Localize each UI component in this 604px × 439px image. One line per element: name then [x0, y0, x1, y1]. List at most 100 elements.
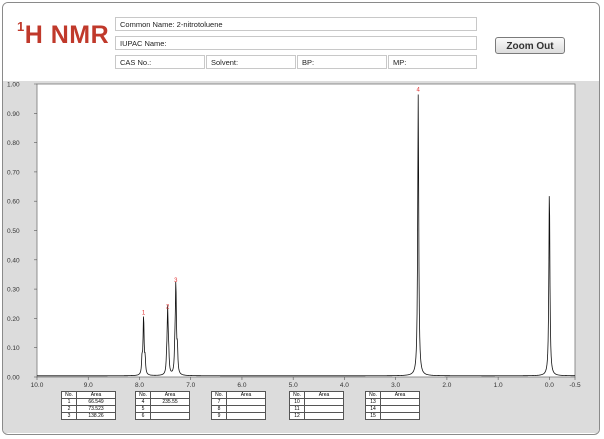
table-row: 5 [135, 405, 190, 413]
table-row: 15 [365, 412, 420, 420]
area-column-header: Area [150, 391, 190, 399]
area-table-header-row: No. Area [211, 391, 266, 399]
table-row: 6 [135, 412, 190, 420]
area-value-cell [150, 405, 190, 413]
x-tick-label: 0.0 [545, 382, 554, 389]
y-tick-label: 0.70 [7, 169, 20, 176]
area-table: No. Area 13 14 15 [365, 391, 420, 420]
y-tick-label: 0.50 [7, 228, 20, 235]
peak-number-cell: 13 [365, 398, 381, 406]
peak-number-cell: 15 [365, 412, 381, 420]
header-panel: 1H NMR Common Name: 2-nitrotoluene IUPAC… [3, 3, 599, 81]
area-table: No. Area 10 11 12 [289, 391, 344, 420]
area-value-cell [226, 405, 266, 413]
plot-area [36, 83, 576, 378]
table-row: 1 66.549 [61, 398, 116, 406]
area-value-cell [380, 398, 420, 406]
no-column-header: No. [289, 391, 305, 399]
spectrum-panel: 0.00 0.10 0.20 0.30 0.40 0.50 0.60 0.70 0.80 0.90… [3, 81, 599, 433]
nmr-logo: 1H NMR [17, 19, 110, 50]
area-value-cell: 66.549 [76, 398, 116, 406]
table-row: 14 [365, 405, 420, 413]
area-table-header-row: No. Area [135, 391, 190, 399]
area-value-cell: 235.55 [150, 398, 190, 406]
area-value-cell [150, 412, 190, 420]
area-table: No. Area 4 235.55 5 6 [135, 391, 190, 420]
peak-number-cell: 1 [61, 398, 77, 406]
area-value-cell: 138.26 [76, 412, 116, 420]
x-tick-label: 4.0 [340, 382, 349, 389]
y-tick-label: 0.10 [7, 345, 20, 352]
x-tick-label: 9.0 [84, 382, 93, 389]
area-table: No. Area 1 66.549 2 73.523 3 138.26 [61, 391, 116, 420]
y-tick-label: 0.40 [7, 257, 20, 264]
common-name-field: Common Name: 2-nitrotoluene [115, 17, 477, 31]
table-row: 4 235.55 [135, 398, 190, 406]
no-column-header: No. [211, 391, 227, 399]
area-column-header: Area [380, 391, 420, 399]
zoom-out-button[interactable]: Zoom Out [495, 37, 565, 54]
peak-number-cell: 12 [289, 412, 305, 420]
peak-number-cell: 7 [211, 398, 227, 406]
x-tick-label: 3.0 [391, 382, 400, 389]
table-row: 11 [289, 405, 344, 413]
solvent-field: Solvent: [206, 55, 296, 69]
table-row: 3 138.26 [61, 412, 116, 420]
area-value-cell [304, 398, 344, 406]
peak-number-cell: 11 [289, 405, 305, 413]
y-tick-label: 0.60 [7, 199, 20, 206]
peak-number-cell: 5 [135, 405, 151, 413]
table-row: 12 [289, 412, 344, 420]
table-row: 7 [211, 398, 266, 406]
peak-number-cell: 8 [211, 405, 227, 413]
no-column-header: No. [135, 391, 151, 399]
area-value-cell [380, 405, 420, 413]
peak-number-cell: 9 [211, 412, 227, 420]
area-value-cell [226, 398, 266, 406]
x-tick-label: 5.0 [289, 382, 298, 389]
y-tick-label: 0.80 [7, 140, 20, 147]
area-table-header-row: No. Area [289, 391, 344, 399]
x-tick-label: 10.0 [31, 382, 44, 389]
x-tick-label: 1.0 [494, 382, 503, 389]
y-tick-label: 0.30 [7, 287, 20, 294]
area-value-cell: 73.523 [76, 405, 116, 413]
area-value-cell [304, 412, 344, 420]
area-column-header: Area [226, 391, 266, 399]
mp-field: MP: [388, 55, 477, 69]
area-value-cell [380, 412, 420, 420]
x-tick-label: 7.0 [186, 382, 195, 389]
x-tick-label: 6.0 [237, 382, 246, 389]
area-column-header: Area [304, 391, 344, 399]
peak-number-cell: 6 [135, 412, 151, 420]
logo-text: H NMR [24, 21, 110, 49]
y-tick-label: 0.00 [7, 375, 20, 382]
no-column-header: No. [61, 391, 77, 399]
peak-number-cell: 10 [289, 398, 305, 406]
peak-number-cell: 2 [61, 405, 77, 413]
logo-superscript: 1 [17, 19, 25, 34]
y-tick-label: 0.90 [7, 111, 20, 118]
x-tick-label: -0.5 [569, 382, 581, 389]
no-column-header: No. [365, 391, 381, 399]
bp-field: BP: [297, 55, 387, 69]
iupac-name-field: IUPAC Name: [115, 36, 477, 50]
peak-number-cell: 4 [135, 398, 151, 406]
area-value-cell [226, 412, 266, 420]
table-row: 13 [365, 398, 420, 406]
table-row: 10 [289, 398, 344, 406]
y-tick-label: 1.00 [7, 82, 20, 89]
area-table-header-row: No. Area [365, 391, 420, 399]
area-table-header-row: No. Area [61, 391, 116, 399]
table-row: 9 [211, 412, 266, 420]
nmr-spectrum-chart[interactable]: 0.00 0.10 0.20 0.30 0.40 0.50 0.60 0.70 0.80 0.90… [3, 81, 599, 433]
x-tick-label: 8.0 [135, 382, 144, 389]
table-row: 2 73.523 [61, 405, 116, 413]
peak-number-cell: 14 [365, 405, 381, 413]
cas-no-field: CAS No.: [115, 55, 205, 69]
peak-number-cell: 3 [61, 412, 77, 420]
area-column-header: Area [76, 391, 116, 399]
nmr-window: 1H NMR Common Name: 2-nitrotoluene IUPAC… [2, 2, 600, 435]
table-row: 8 [211, 405, 266, 413]
x-tick-label: 2.0 [442, 382, 451, 389]
